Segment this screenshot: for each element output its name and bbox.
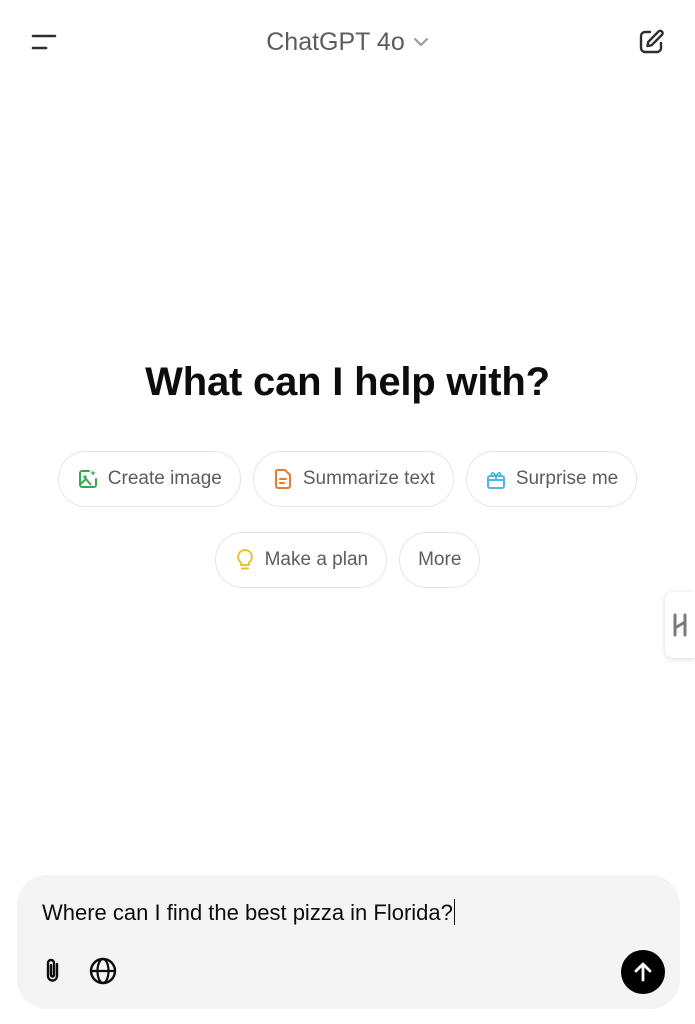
suggestion-surprise-me[interactable]: Surprise me <box>465 451 638 507</box>
text-caret <box>453 899 456 925</box>
hamburger-icon <box>31 34 57 50</box>
lightbulb-icon <box>234 549 256 571</box>
document-icon <box>272 468 294 490</box>
suggestion-row: Make a plan More <box>0 532 695 588</box>
arrow-up-icon <box>634 962 652 982</box>
new-chat-button[interactable] <box>631 22 671 62</box>
suggestion-label: Create image <box>107 468 222 489</box>
message-composer[interactable]: Where can I find the best pizza in Flori… <box>17 875 680 1009</box>
suggestion-label: Surprise me <box>515 468 619 489</box>
chatgpt-home-screen: ChatGPT 4o What can I help with? Create … <box>0 0 695 1024</box>
suggestion-make-a-plan[interactable]: Make a plan <box>214 532 388 588</box>
suggestion-label: More <box>418 549 462 570</box>
message-input-value: Where can I find the best pizza in Flori… <box>42 900 453 925</box>
top-bar: ChatGPT 4o <box>0 0 695 84</box>
image-icon <box>77 468 99 490</box>
extension-handle-icon <box>673 613 687 637</box>
attach-button[interactable] <box>37 953 69 989</box>
suggestion-summarize-text[interactable]: Summarize text <box>252 451 454 507</box>
paperclip-icon <box>46 958 59 982</box>
send-button[interactable] <box>621 950 665 994</box>
page-title: What can I help with? <box>145 360 550 404</box>
sidebar-menu-button[interactable] <box>24 22 64 62</box>
suggestion-row: Create image Summarize text Surprise me <box>0 451 695 507</box>
web-search-button[interactable] <box>85 953 121 989</box>
model-switcher[interactable]: ChatGPT 4o <box>248 22 448 62</box>
globe-icon <box>89 957 117 985</box>
chevron-down-icon <box>413 38 428 46</box>
suggestion-label: Summarize text <box>302 468 435 489</box>
extension-side-handle[interactable] <box>665 592 695 658</box>
suggestion-more[interactable]: More <box>399 532 481 588</box>
message-input[interactable]: Where can I find the best pizza in Flori… <box>42 899 456 926</box>
gift-icon <box>485 468 507 490</box>
pencil-square-icon <box>639 29 664 54</box>
suggestion-create-image[interactable]: Create image <box>57 451 241 507</box>
model-name: ChatGPT 4o <box>266 27 405 56</box>
suggestion-label: Make a plan <box>264 549 369 570</box>
